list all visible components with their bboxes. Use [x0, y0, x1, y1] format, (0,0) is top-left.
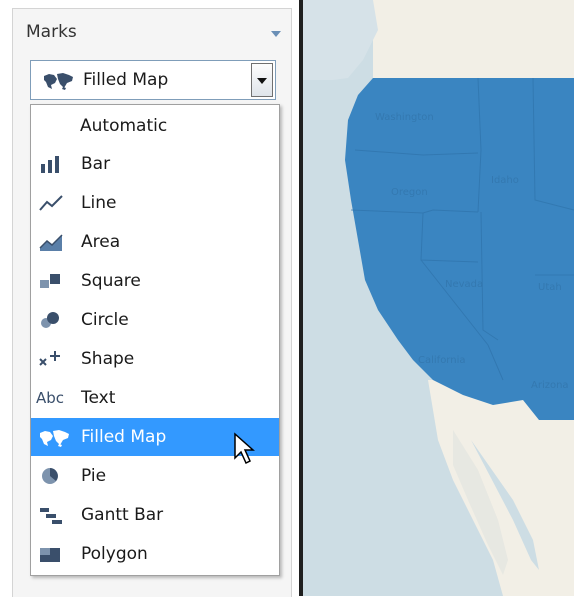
menu-item-text[interactable]: Abc Text — [31, 379, 279, 417]
menu-item-area[interactable]: Area — [31, 223, 279, 261]
marks-card-header[interactable]: Marks — [13, 9, 291, 49]
line-chart-icon — [38, 194, 64, 216]
bar-chart-icon — [38, 155, 64, 177]
state-label-washington: Washington — [375, 112, 434, 123]
menu-item-label: Shape — [81, 349, 135, 369]
shape-icon — [38, 350, 64, 372]
menu-item-label: Filled Map — [81, 427, 167, 447]
menu-item-automatic[interactable]: Automatic — [31, 107, 279, 145]
mark-type-value: Filled Map — [83, 70, 169, 90]
menu-item-square[interactable]: Square — [31, 262, 279, 300]
filled-map-icon — [42, 71, 76, 95]
gantt-bar-icon — [38, 506, 64, 528]
text-icon: Abc — [36, 389, 65, 407]
map-view[interactable]: Washington Oregon Idaho Nevada Utah Cali… — [303, 0, 574, 596]
card-menu-caret-icon[interactable] — [271, 31, 281, 37]
canada-land — [373, 0, 574, 78]
state-label-utah: Utah — [538, 282, 562, 293]
menu-item-polygon[interactable]: Polygon — [31, 535, 279, 573]
filled-map-icon — [38, 428, 72, 452]
menu-item-shape[interactable]: Shape — [31, 340, 279, 378]
polygon-icon — [38, 545, 64, 567]
menu-item-gantt-bar[interactable]: Gantt Bar — [31, 496, 279, 534]
menu-item-label: Bar — [81, 154, 111, 174]
menu-item-label: Pie — [81, 466, 107, 486]
menu-item-line[interactable]: Line — [31, 184, 279, 222]
menu-item-label: Circle — [81, 310, 129, 330]
marks-title: Marks — [26, 22, 77, 42]
menu-item-bar[interactable]: Bar — [31, 145, 279, 183]
state-label-arizona: Arizona — [531, 380, 569, 391]
mark-type-select[interactable]: Filled Map — [30, 60, 276, 100]
menu-item-label: Square — [81, 271, 141, 291]
area-chart-icon — [38, 233, 64, 255]
menu-item-circle[interactable]: Circle — [31, 301, 279, 339]
state-label-california: California — [418, 355, 466, 366]
mark-type-dropdown-list: Automatic Bar Line Area Square Circle Sh… — [30, 104, 280, 576]
mouse-pointer-icon — [233, 432, 257, 472]
square-icon — [38, 272, 64, 294]
menu-item-label: Line — [81, 193, 117, 213]
circle-icon — [38, 311, 64, 333]
state-label-oregon: Oregon — [391, 187, 428, 198]
dropdown-arrow-button[interactable] — [251, 63, 273, 97]
menu-item-label: Area — [81, 232, 121, 252]
pie-icon — [38, 467, 64, 489]
state-label-nevada: Nevada — [445, 279, 483, 290]
state-label-idaho: Idaho — [491, 175, 519, 186]
menu-item-label: Text — [81, 388, 116, 408]
menu-item-label: Polygon — [81, 544, 148, 564]
menu-item-label: Automatic — [80, 116, 168, 136]
menu-item-label: Gantt Bar — [81, 505, 164, 525]
